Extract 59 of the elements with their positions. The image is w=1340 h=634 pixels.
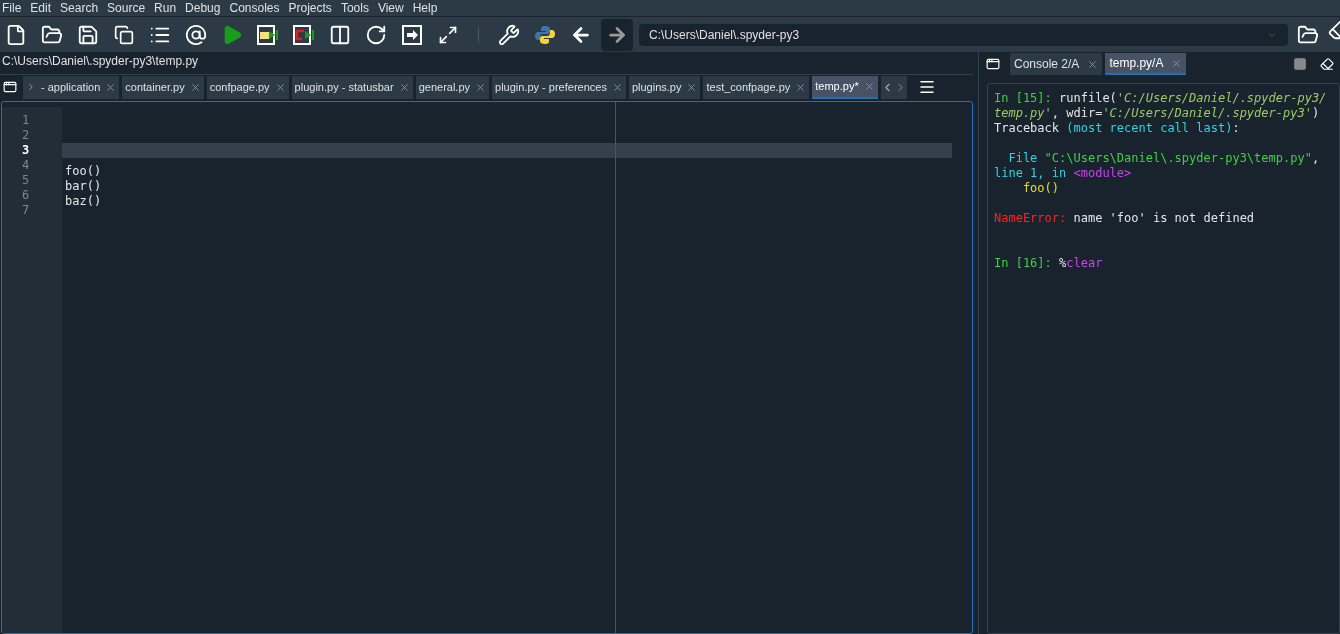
- close-tab-icon[interactable]: [189, 81, 201, 93]
- line-number: 4: [21, 158, 31, 173]
- code-editor[interactable]: 1 2 3 4 5 6 7 foo() bar() baz(): [1, 101, 973, 634]
- console-tab[interactable]: temp.py/A: [1105, 53, 1187, 75]
- menu-item[interactable]: Consoles: [229, 0, 280, 16]
- stop-icon[interactable]: [1293, 57, 1307, 71]
- editor-tab[interactable]: plugin.py - statusbar: [291, 75, 413, 99]
- line-number: 2: [21, 128, 31, 143]
- close-tab-icon[interactable]: [611, 81, 623, 93]
- code-line: foo(): [64, 164, 103, 178]
- close-tab-icon[interactable]: [795, 81, 807, 93]
- close-tab-icon[interactable]: [274, 81, 286, 93]
- menu-item[interactable]: Tools: [340, 0, 369, 16]
- close-tab-icon[interactable]: [398, 81, 410, 93]
- close-tab-icon[interactable]: [475, 81, 487, 93]
- editor-tab[interactable]: temp.py*: [812, 75, 878, 99]
- menu-item[interactable]: Help: [412, 0, 438, 16]
- line-number: 6: [21, 188, 31, 203]
- console-line: In [16]: %clear: [994, 256, 1103, 271]
- console-line: temp.py', wdir='C:/Users/Daniel/.spyder-py3'): [994, 106, 1320, 121]
- code-line: bar(): [64, 179, 103, 193]
- menu-item[interactable]: Run: [154, 0, 177, 16]
- menu-item[interactable]: Debug: [185, 0, 221, 16]
- code-line: baz(): [64, 194, 103, 208]
- line-number: 1: [21, 113, 31, 128]
- console-line: line 1, in <module>: [994, 166, 1132, 181]
- line-number: 5: [21, 173, 31, 188]
- window-icon[interactable]: [986, 57, 1000, 71]
- window-icon[interactable]: [3, 80, 17, 94]
- menu-item[interactable]: Edit: [30, 0, 52, 16]
- console-line: In [15]: runfile('C:/Users/Daniel/.spyder-py3/: [994, 91, 1327, 106]
- menu-icon[interactable]: [917, 78, 936, 96]
- console-output[interactable]: [987, 83, 1340, 634]
- file-path: C:\Users\Daniel\.spyder-py3\temp.py: [1, 53, 200, 70]
- line-number: 7: [21, 203, 31, 218]
- working-directory-field[interactable]: C:\Users\Daniel\.spyder-py3: [639, 23, 1288, 46]
- menu-item[interactable]: Source: [107, 0, 146, 16]
- eraser-icon[interactable]: [1320, 57, 1334, 71]
- console-line: NameError: name 'foo' is not defined: [994, 211, 1255, 226]
- tab-scroll-marker-icon: [26, 82, 36, 92]
- console-line: Traceback (most recent call last):: [994, 121, 1240, 136]
- menu-item[interactable]: View: [377, 0, 404, 16]
- editor-tab[interactable]: - application: [23, 75, 120, 99]
- editor-tab[interactable]: confpage.py: [206, 75, 289, 99]
- close-tab-icon[interactable]: [686, 81, 698, 93]
- editor-tab[interactable]: test_confpage.py: [703, 75, 810, 99]
- close-tab-icon[interactable]: [105, 81, 117, 93]
- line-number: 3: [21, 143, 31, 158]
- close-tab-icon[interactable]: [1087, 58, 1099, 70]
- editor-tab[interactable]: plugins.py: [628, 75, 701, 99]
- menu-item[interactable]: File: [2, 0, 22, 16]
- editor-tab[interactable]: plugin.py - preferences: [492, 75, 626, 99]
- console-line: foo(): [1021, 181, 1060, 196]
- menu-item[interactable]: Projects: [288, 0, 332, 16]
- console-line: File "C:\Users\Daniel\.spyder-py3\temp.py",: [1007, 151, 1320, 166]
- console-tab[interactable]: Console 2/A: [1010, 53, 1103, 75]
- editor-tab[interactable]: container.py: [122, 75, 204, 99]
- menu-item[interactable]: Search: [60, 0, 99, 16]
- editor-tab[interactable]: general.py: [415, 75, 490, 99]
